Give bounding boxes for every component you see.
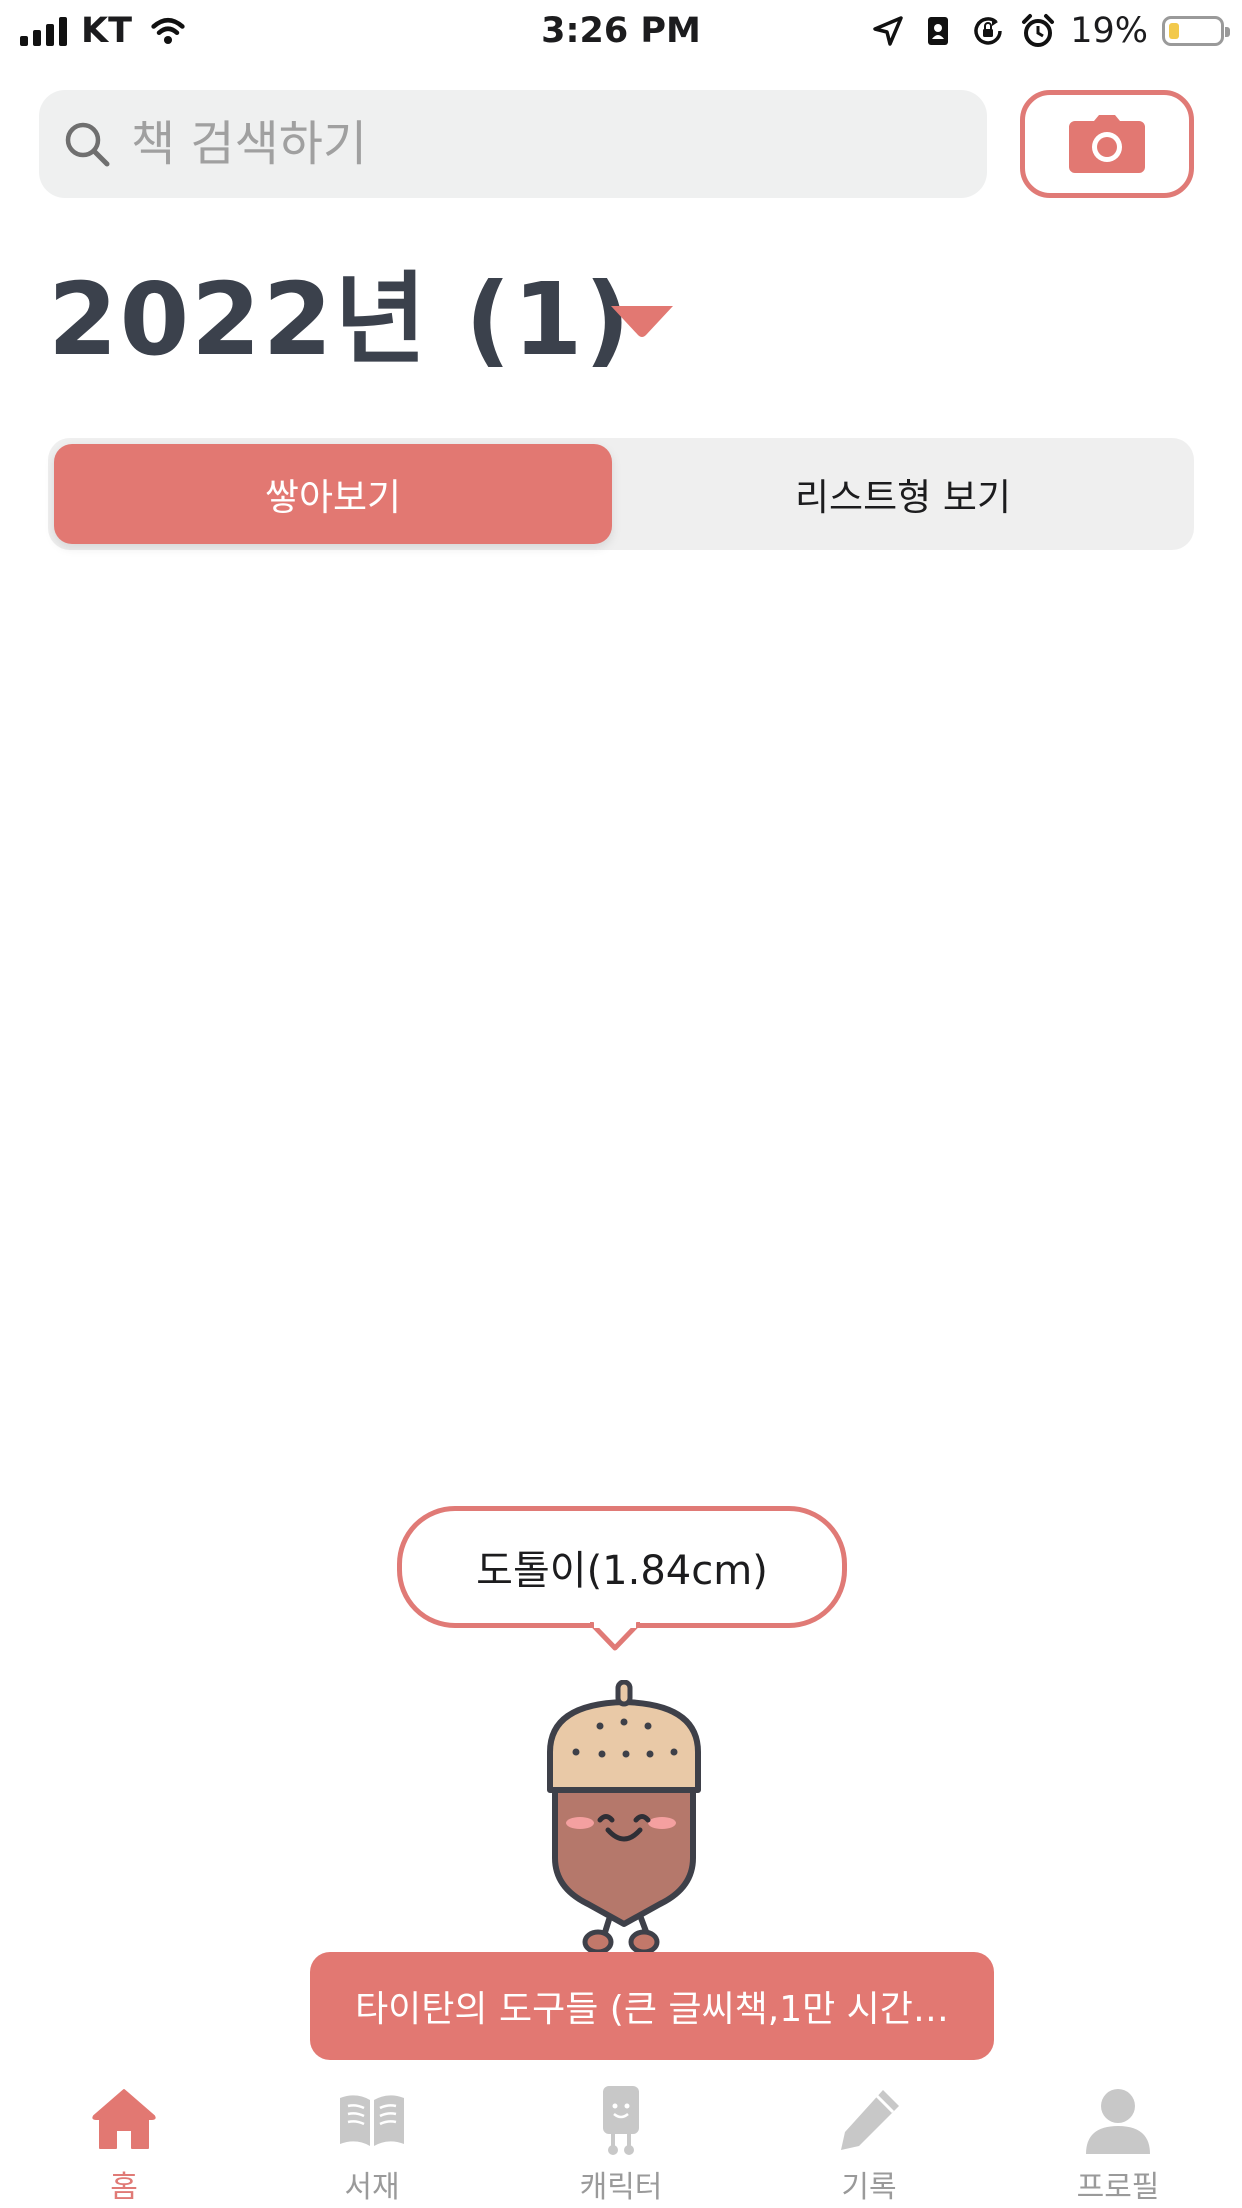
tab-home[interactable]: 홈 (0, 2070, 248, 2208)
book-icon (340, 2095, 404, 2146)
search-bar[interactable] (39, 90, 987, 198)
profile-icon (1086, 2089, 1150, 2154)
caret-down-icon[interactable] (608, 303, 676, 339)
speech-bubble-tail (590, 1622, 640, 1651)
acorn-character[interactable] (540, 1680, 710, 1952)
search-input[interactable] (129, 115, 953, 173)
contact-icon (928, 17, 949, 45)
tab-character-label: 캐릭터 (579, 2170, 663, 2205)
character-speech-bubble: 도톨이(1.84cm) (397, 1506, 847, 1628)
battery-level-fill (1169, 23, 1179, 39)
view-mode-toggle: 쌓아보기 리스트형 보기 (48, 438, 1194, 550)
tab-character[interactable]: 캐릭터 (497, 2070, 745, 2208)
tab-home-label: 홈 (110, 2170, 138, 2205)
tab-record-label: 기록 (841, 2170, 897, 2205)
pencil-icon (841, 2090, 899, 2150)
location-icon (873, 16, 903, 46)
tab-profile-label: 프로필 (1076, 2170, 1160, 2205)
camera-icon (1069, 115, 1145, 173)
alarm-icon (1022, 14, 1055, 47)
search-icon (65, 122, 110, 167)
tab-record[interactable]: 기록 (745, 2070, 993, 2208)
tab-bar: 홈 서재 캐릭터 기록 프로필 (0, 2070, 1242, 2208)
status-bar: KT 3:26 PM 19% (0, 0, 1242, 62)
stack-view-tab[interactable]: 쌓아보기 (54, 444, 612, 544)
battery-percent: 19% (1070, 11, 1148, 51)
battery-icon (1162, 16, 1230, 46)
year-title[interactable]: 2022년 (1) (48, 255, 632, 385)
orientation-lock-icon (974, 17, 1002, 45)
list-view-tab[interactable]: 리스트형 보기 (618, 444, 1188, 544)
tab-profile[interactable]: 프로필 (994, 2070, 1242, 2208)
home-icon (92, 2089, 156, 2149)
tab-library-label: 서재 (344, 2170, 400, 2205)
tab-library[interactable]: 서재 (248, 2070, 496, 2208)
camera-button[interactable] (1020, 90, 1194, 198)
current-book-banner[interactable]: 타이탄의 도구들 (큰 글씨책,1만 시간… (310, 1952, 994, 2060)
character-icon (603, 2086, 639, 2155)
